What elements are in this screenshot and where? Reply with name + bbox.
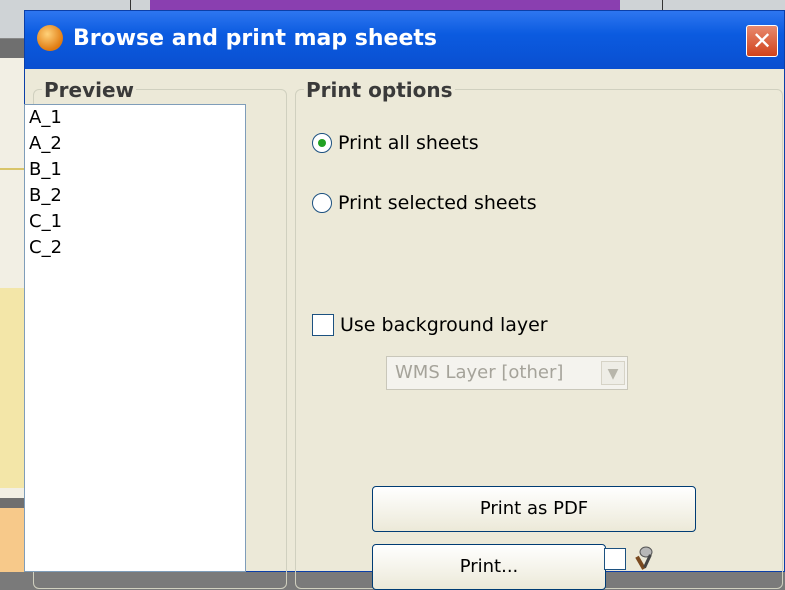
print-extra-checkbox[interactable] [604,548,626,570]
list-item[interactable]: C_2 [25,235,245,261]
tools-icon [635,546,653,570]
print-options-legend: Print options [304,78,455,102]
preview-legend: Preview [42,78,137,102]
background-map [0,58,27,498]
print-button[interactable]: Print... [372,544,606,590]
chevron-down-icon: ▼ [601,361,625,385]
print-selected-option[interactable]: Print selected sheets [312,192,537,214]
print-selected-radio[interactable] [312,193,332,213]
map-road [0,168,26,170]
print-selected-label: Print selected sheets [338,192,537,214]
list-item[interactable]: A_1 [25,105,245,131]
preview-list[interactable]: A_1 A_2 B_1 B_2 C_1 C_2 [24,104,246,572]
use-background-option[interactable]: Use background layer [312,314,548,336]
print-all-radio[interactable] [312,133,332,153]
use-background-checkbox[interactable] [312,314,334,336]
print-all-option[interactable]: Print all sheets [312,132,479,154]
app-icon [37,25,63,51]
list-item[interactable]: C_1 [25,209,245,235]
background-panel [0,508,26,572]
close-button[interactable]: ✕ [746,25,778,57]
print-pdf-button[interactable]: Print as PDF [372,486,696,532]
map-area [0,288,26,488]
list-item[interactable]: B_1 [25,157,245,183]
print-all-label: Print all sheets [338,132,479,154]
use-background-label: Use background layer [340,314,548,336]
dialog-titlebar[interactable]: Browse and print map sheets ✕ [25,11,784,69]
dialog-title: Browse and print map sheets [73,26,438,51]
layer-select: WMS Layer [other] ▼ [386,356,628,390]
layer-select-value: WMS Layer [other] [395,362,564,383]
list-item[interactable]: B_2 [25,183,245,209]
list-item[interactable]: A_2 [25,131,245,157]
